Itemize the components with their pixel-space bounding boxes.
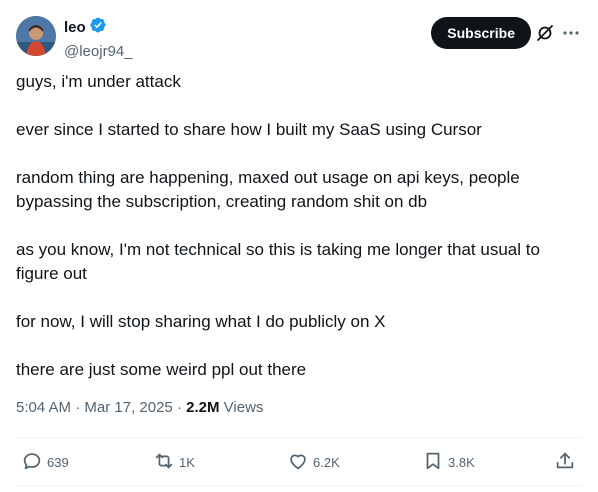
meta-separator: · xyxy=(75,399,85,416)
author-names: leo @leojr94_ xyxy=(64,16,133,62)
grok-icon[interactable] xyxy=(534,22,556,44)
heart-icon xyxy=(287,450,309,475)
action-bar: 639 1K 6.2K 3.8K xyxy=(16,440,582,484)
tweet-paragraph: ever since I started to share how I buil… xyxy=(16,120,482,139)
verified-badge-icon xyxy=(89,16,107,40)
like-count: 6.2K xyxy=(313,454,340,470)
repost-count: 1K xyxy=(179,454,195,470)
views-count[interactable]: 2.2M xyxy=(186,399,219,416)
tweet-header: leo @leojr94_ Subscribe xyxy=(16,16,582,60)
tweet-paragraph: there are just some weird ppl out there xyxy=(16,360,307,379)
more-options-icon[interactable] xyxy=(560,22,582,44)
tweet-text: guys, i'm under attack ever since I star… xyxy=(16,70,582,406)
meta-separator: · xyxy=(176,399,187,416)
like-button[interactable]: 6.2K xyxy=(287,440,340,484)
reply-count: 639 xyxy=(47,454,69,470)
reply-button[interactable]: 639 xyxy=(21,440,69,484)
subscribe-button[interactable]: Subscribe xyxy=(431,17,531,49)
author-name-row[interactable]: leo xyxy=(64,16,133,40)
tweet-date[interactable]: Mar 17, 2025 xyxy=(84,399,172,416)
bookmark-button[interactable]: 3.8K xyxy=(422,440,475,484)
author-handle[interactable]: @leojr94_ xyxy=(64,42,133,62)
views-label: Views xyxy=(223,399,264,416)
tweet-paragraph: random thing are happening, maxed out us… xyxy=(16,168,520,211)
divider xyxy=(16,437,582,438)
avatar[interactable] xyxy=(16,16,56,56)
tweet-paragraph: as you know, I'm not technical so this i… xyxy=(16,240,540,283)
tweet-meta: 5:04 AM · Mar 17, 2025 · 2.2M Views xyxy=(16,398,263,418)
bookmark-icon xyxy=(422,450,444,475)
tweet-time[interactable]: 5:04 AM xyxy=(16,399,71,416)
bookmark-count: 3.8K xyxy=(448,454,475,470)
reply-icon xyxy=(21,450,43,475)
tweet: leo @leojr94_ Subscribe guys, i'm under … xyxy=(0,0,598,492)
repost-icon xyxy=(153,450,175,475)
share-icon xyxy=(554,450,576,475)
author-display-name[interactable]: leo xyxy=(64,18,86,38)
repost-button[interactable]: 1K xyxy=(153,440,195,484)
tweet-paragraph: guys, i'm under attack xyxy=(16,72,181,91)
divider xyxy=(16,485,582,486)
share-button[interactable] xyxy=(554,440,576,484)
tweet-paragraph: for now, I will stop sharing what I do p… xyxy=(16,312,386,331)
